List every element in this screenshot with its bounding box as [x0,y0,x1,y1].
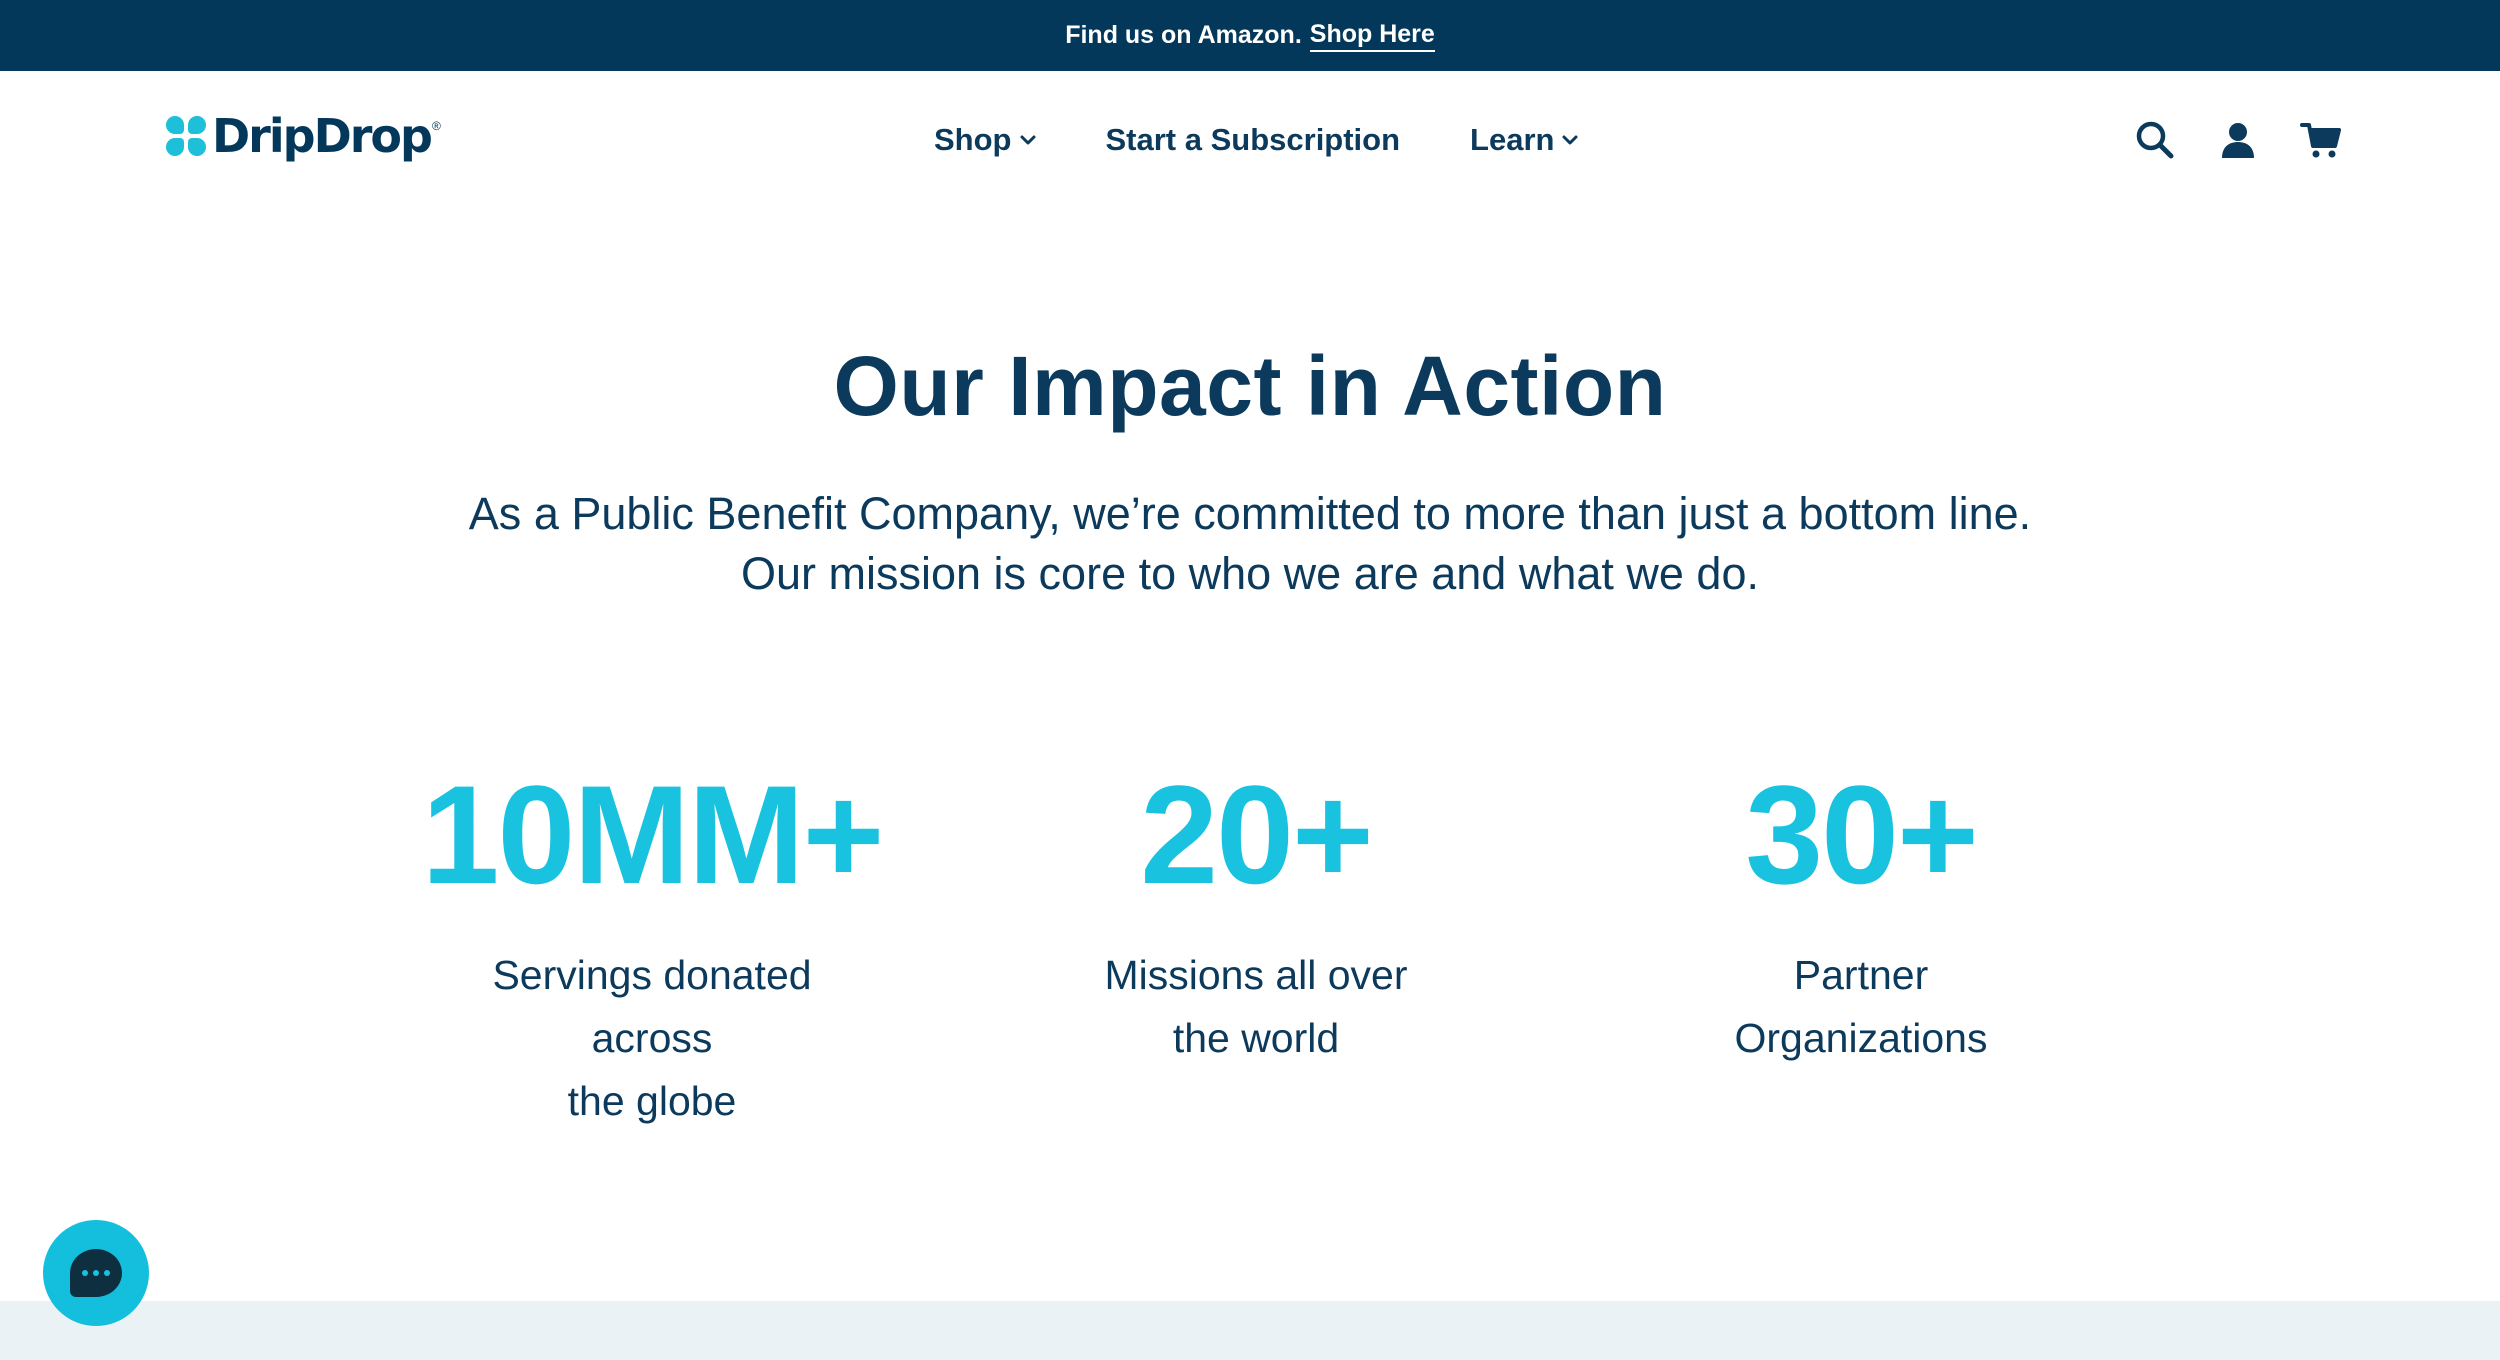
nav-shop[interactable]: Shop [934,122,1036,158]
nav-subscription-label: Start a Subscription [1105,122,1401,157]
chat-bubble-icon [70,1249,122,1297]
dripdrop-logo[interactable]: DripDrop ® [166,107,441,165]
account-icon[interactable] [2215,117,2261,163]
logo-mark-icon [166,116,206,156]
stat-value: 20+ [1140,756,1373,913]
announcement-bar: Find us on Amazon. Shop Here [0,0,2500,71]
stat-label-line: across [591,1015,713,1061]
stat-label-line: Missions all over [1104,952,1408,998]
stat-label: Servings donated across the globe [332,944,972,1133]
stat-label: Missions all over the world [936,944,1576,1070]
hero-subtitle: As a Public Benefit Company, we’re commi… [0,484,2500,604]
logo-text: DripDrop [212,109,433,163]
chevron-down-icon [1020,135,1035,145]
stat-missions: 20+ Missions all over the world [936,760,1576,1070]
nav-learn[interactable]: Learn [1470,122,1578,158]
logo-registered-mark: ® [431,119,441,133]
stat-label-line: Servings donated [492,952,812,998]
stat-partners: 30+ Partner Organizations [1541,760,2181,1070]
site-header: DripDrop ® Shop Start a Subscription Lea… [0,71,2500,206]
stat-label-line: the world [1172,1015,1340,1061]
stat-servings: 10MM+ Servings donated across the globe [332,760,972,1133]
hero-subtitle-line-1: As a Public Benefit Company, we’re commi… [468,488,2032,539]
stat-value: 10MM+ [421,756,885,913]
nav-learn-label: Learn [1470,122,1555,157]
stat-label-line: Partner [1793,952,1929,998]
next-section-strip [0,1301,2500,1360]
stat-label-line: Organizations [1734,1015,1988,1061]
nav-shop-label: Shop [934,122,1012,157]
announcement-text: Find us on Amazon. [1065,21,1302,49]
chat-launcher-button[interactable] [43,1220,149,1326]
stat-value: 30+ [1745,756,1978,913]
page-title: Our Impact in Action [833,339,1667,433]
hero-subtitle-line-2: Our mission is core to who we are and wh… [741,548,1759,599]
stat-label: Partner Organizations [1541,944,2181,1070]
shop-here-link[interactable]: Shop Here [1309,20,1435,52]
chevron-down-icon [1562,135,1578,145]
header-icons [2132,117,2344,163]
nav-start-subscription[interactable]: Start a Subscription [1106,122,1401,158]
search-icon[interactable] [2132,117,2178,163]
cart-icon[interactable] [2298,117,2344,163]
stat-label-line: the globe [567,1078,737,1124]
main-nav: Shop Start a Subscription Learn [934,116,1578,164]
